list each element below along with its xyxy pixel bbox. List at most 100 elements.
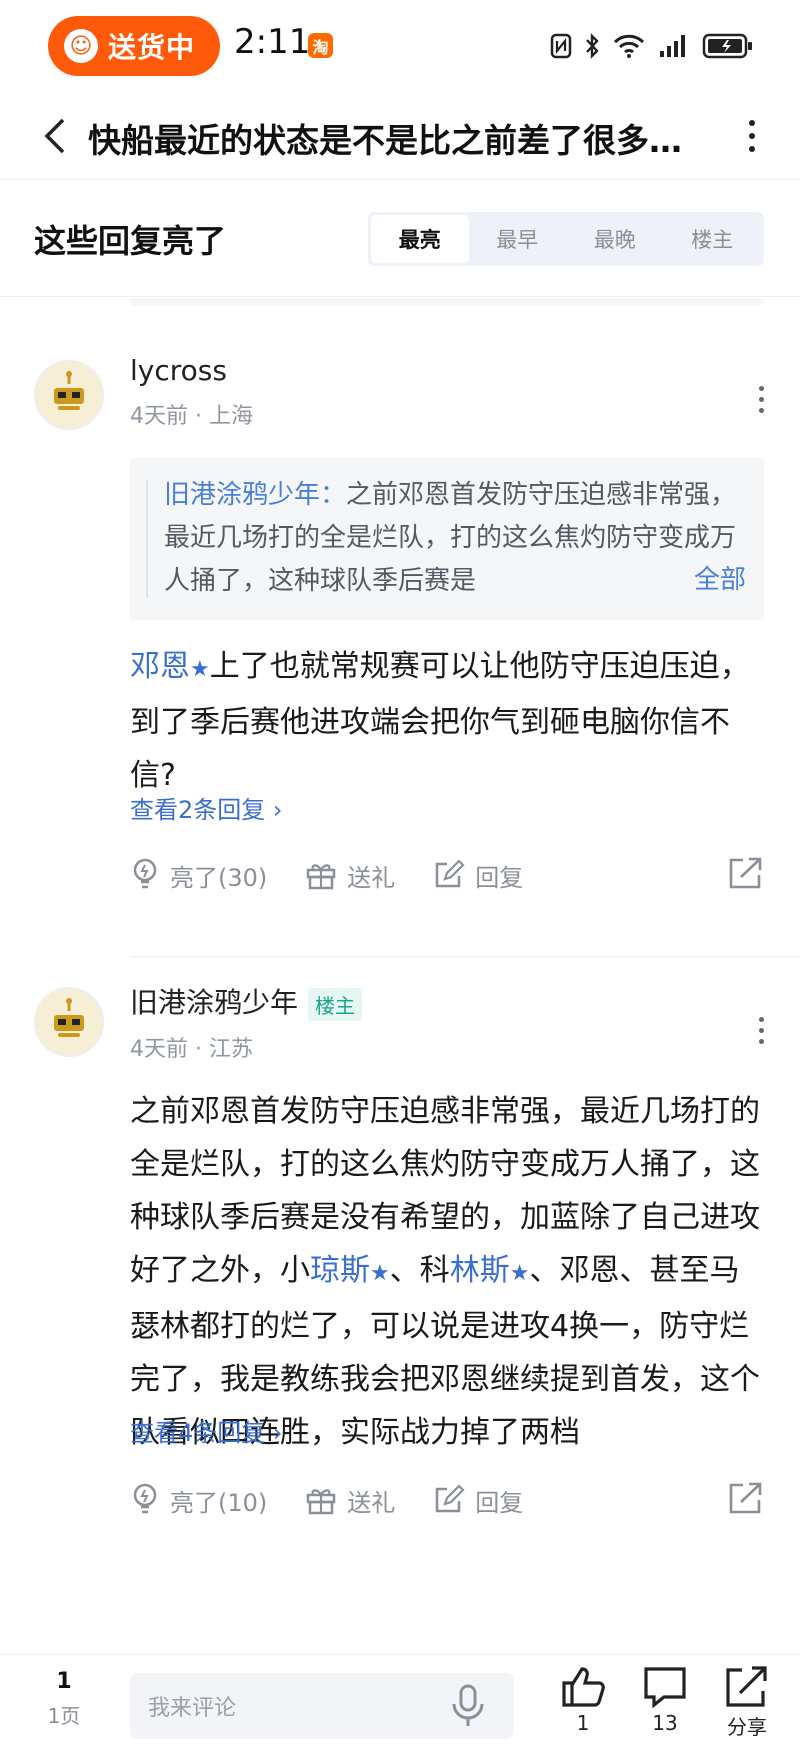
more-dot bbox=[758, 386, 764, 391]
player-star-icon: ★ bbox=[509, 1261, 530, 1286]
player-link[interactable]: 琼斯 bbox=[310, 1253, 370, 1288]
tab-earliest[interactable]: 最早 bbox=[469, 215, 567, 263]
gift-button[interactable]: 送礼 bbox=[305, 1483, 395, 1518]
like-count: 1 bbox=[576, 1711, 590, 1735]
reply-body-text: 、科 bbox=[389, 1253, 450, 1288]
gift-label: 送礼 bbox=[347, 863, 396, 892]
clock: 2:11 bbox=[234, 22, 311, 62]
reply-body-text: 上了也就常规赛可以让他防守压迫压迫，到了季后赛他进攻端会把你气到砸电脑你信不信? bbox=[130, 649, 750, 793]
player-link[interactable]: 林斯 bbox=[450, 1253, 510, 1288]
section-divider bbox=[0, 296, 800, 297]
wifi-icon bbox=[613, 34, 645, 58]
more-options-button[interactable] bbox=[734, 110, 770, 162]
reply-post: lycross 4天前 · 上海 旧港涂鸦少年：之前邓恩首发防守压迫感非常强，最… bbox=[0, 306, 800, 956]
reply-label: 回复 bbox=[475, 1488, 524, 1517]
edit-icon bbox=[436, 860, 465, 888]
more-dot bbox=[758, 1039, 764, 1044]
share-post-button[interactable] bbox=[728, 856, 764, 894]
lightbulb-icon bbox=[133, 1483, 157, 1514]
share-label: 分享 bbox=[727, 1715, 767, 1739]
quote-expand-link[interactable]: 全部 bbox=[671, 559, 746, 596]
page-number: 1 bbox=[56, 1669, 72, 1694]
tab-latest[interactable]: 最晚 bbox=[566, 215, 664, 263]
gift-button[interactable]: 送礼 bbox=[305, 858, 395, 893]
more-dot bbox=[758, 408, 764, 413]
reply-body: 之前邓恩首发防守压迫感非常强，最近几场打的全是烂队，打的这么焦灼防守变成万人捅了… bbox=[130, 1085, 764, 1459]
share-icon bbox=[726, 1666, 767, 1707]
avatar-image bbox=[36, 362, 102, 428]
post-more-button[interactable] bbox=[756, 1017, 766, 1044]
comments-button[interactable]: 13 bbox=[630, 1665, 700, 1735]
quote-text: 旧港涂鸦少年：之前邓恩首发防守压迫感非常强，最近几场打的全是烂队，打的这么焦灼防… bbox=[164, 474, 746, 604]
nav-bar: 快船最近的状态是不是比之前差了很多… bbox=[0, 92, 800, 180]
like-button[interactable]: 亮了(10) bbox=[130, 1482, 267, 1518]
reply-post: 旧港涂鸦少年 楼主 4天前 · 江苏 之前邓恩首发防守压迫感非常强，最近几场打的全… bbox=[0, 957, 800, 1654]
tab-brightest[interactable]: 最亮 bbox=[371, 215, 469, 263]
share-icon bbox=[729, 1482, 762, 1514]
reply-button[interactable]: 回复 bbox=[433, 1483, 523, 1518]
avatar-image bbox=[36, 989, 102, 1055]
more-dot bbox=[758, 1017, 764, 1022]
player-link[interactable]: 邓恩 bbox=[130, 649, 190, 684]
delivery-person-icon: ☺ bbox=[64, 29, 98, 63]
microphone-icon bbox=[452, 1684, 484, 1726]
view-replies-link[interactable]: 查看2条回复 › bbox=[130, 790, 283, 825]
more-dot bbox=[758, 1028, 764, 1033]
nfc-icon bbox=[550, 33, 572, 59]
more-dot bbox=[749, 133, 755, 139]
replies-section-title: 这些回复亮了 bbox=[34, 222, 227, 260]
collapsed-content-edge bbox=[130, 298, 764, 306]
reply-button[interactable]: 回复 bbox=[433, 858, 523, 893]
battery-icon bbox=[702, 33, 752, 59]
more-dot bbox=[758, 397, 764, 402]
username[interactable]: 旧港涂鸦少年 bbox=[130, 986, 298, 1019]
share-thread-button[interactable]: 分享 bbox=[712, 1665, 782, 1740]
status-bar: ☺ 送货中 2:11 淘 bbox=[0, 0, 800, 92]
thumbs-up-icon bbox=[562, 1667, 605, 1707]
like-thread-button[interactable]: 1 bbox=[548, 1665, 618, 1735]
share-post-button[interactable] bbox=[728, 1481, 764, 1519]
post-actions: 亮了(30) 送礼 回复 bbox=[130, 850, 764, 900]
delivery-label: 送货中 bbox=[108, 31, 196, 64]
taobao-app-badge: 淘 bbox=[308, 33, 333, 58]
more-dot bbox=[749, 120, 755, 126]
bottom-bar: 1 1页 我来评论 1 13 分享 bbox=[0, 1654, 800, 1758]
signal-icon bbox=[660, 35, 685, 57]
reply-body: 邓恩★上了也就常规赛可以让他防守压迫压迫，到了季后赛他进攻端会把你气到砸电脑你信… bbox=[130, 640, 764, 802]
replies-section-header: 这些回复亮了 最亮 最早 最晚 楼主 bbox=[0, 180, 800, 298]
post-more-button[interactable] bbox=[756, 386, 766, 413]
op-badge: 楼主 bbox=[308, 987, 363, 1021]
back-arrow-icon bbox=[44, 118, 65, 154]
username[interactable]: lycross bbox=[130, 354, 227, 387]
voice-input-button[interactable] bbox=[448, 1683, 488, 1733]
post-meta: 4天前 · 上海 bbox=[130, 404, 253, 429]
quoted-reply[interactable]: 旧港涂鸦少年：之前邓恩首发防守压迫感非常强，最近几场打的全是烂队，打的这么焦灼防… bbox=[130, 458, 764, 620]
like-button[interactable]: 亮了(30) bbox=[130, 857, 267, 893]
page-selector[interactable]: 1 1页 bbox=[40, 1669, 88, 1729]
more-dot bbox=[749, 146, 755, 152]
gift-icon bbox=[307, 864, 336, 890]
gift-label: 送礼 bbox=[347, 1488, 396, 1517]
delivery-status-pill[interactable]: ☺ 送货中 bbox=[48, 16, 220, 76]
share-icon bbox=[729, 857, 762, 889]
page-label: 1页 bbox=[47, 1704, 81, 1728]
like-label: 亮了(10) bbox=[170, 1488, 268, 1517]
lightbulb-icon bbox=[133, 858, 157, 889]
tab-op-only[interactable]: 楼主 bbox=[664, 215, 762, 263]
sort-tabs: 最亮 最早 最晚 楼主 bbox=[368, 212, 764, 266]
edit-icon bbox=[436, 1485, 465, 1513]
post-meta: 4天前 · 江苏 bbox=[130, 1037, 253, 1062]
username-row: 旧港涂鸦少年 楼主 bbox=[130, 981, 363, 1021]
avatar[interactable] bbox=[34, 360, 104, 430]
player-star-icon: ★ bbox=[370, 1261, 390, 1286]
view-replies-link[interactable]: 查看4条回复 › bbox=[130, 1413, 283, 1448]
back-button[interactable] bbox=[28, 110, 80, 162]
player-star-icon: ★ bbox=[190, 657, 210, 682]
post-actions: 亮了(10) 送礼 回复 bbox=[130, 1475, 764, 1525]
avatar[interactable] bbox=[34, 987, 104, 1057]
gift-icon bbox=[307, 1489, 336, 1515]
like-label: 亮了(30) bbox=[170, 863, 268, 892]
quote-author[interactable]: 旧港涂鸦少年： bbox=[164, 480, 346, 510]
system-icons bbox=[550, 28, 754, 64]
bluetooth-icon bbox=[586, 33, 599, 59]
